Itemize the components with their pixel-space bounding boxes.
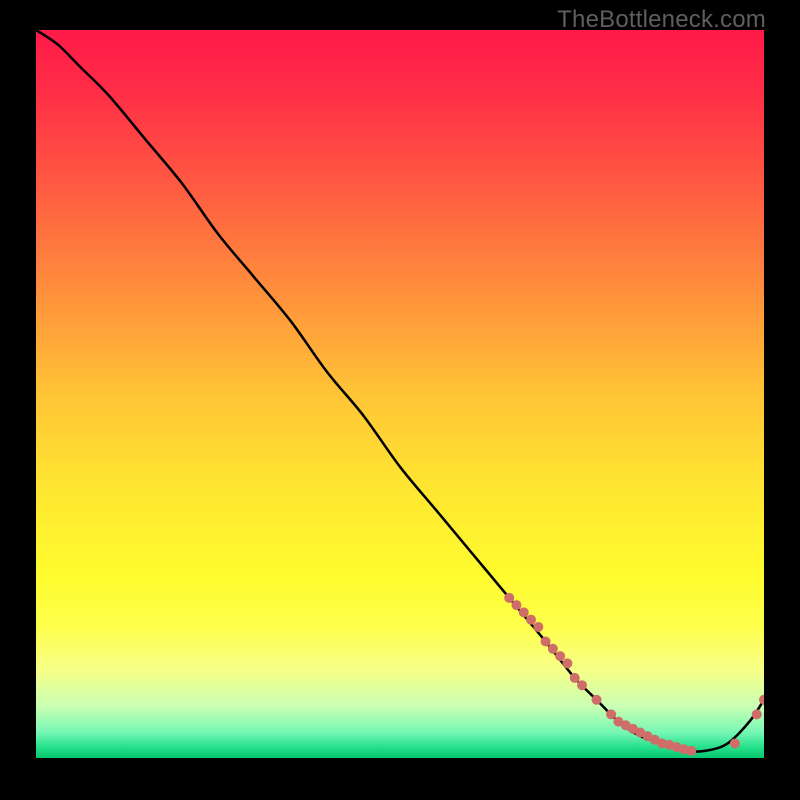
chart-stage: { "attribution": "TheBottleneck.com", "c… — [0, 0, 800, 800]
plot-area — [36, 30, 764, 764]
attribution-text: TheBottleneck.com — [557, 6, 766, 34]
background-gradient — [36, 30, 764, 758]
